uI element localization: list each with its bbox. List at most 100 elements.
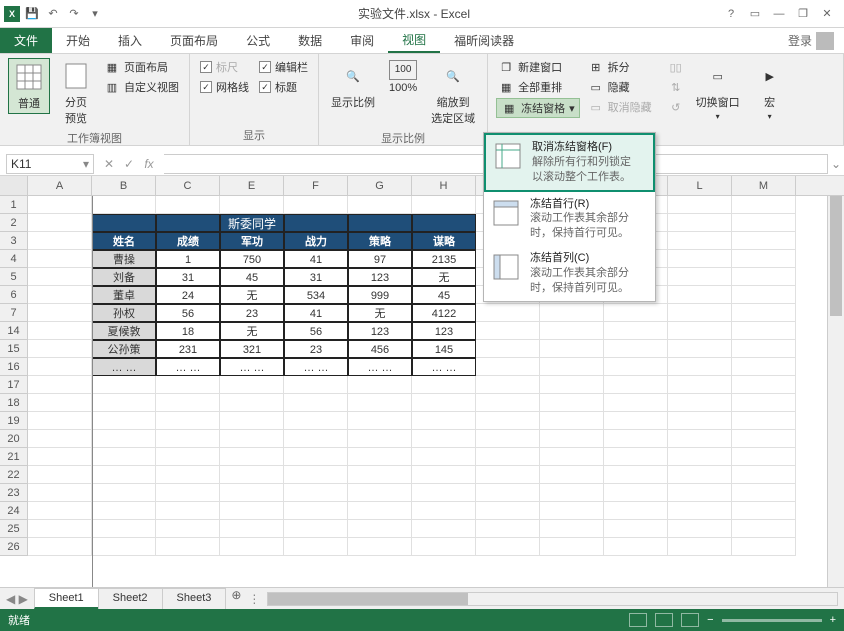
cell[interactable]: 姓名 — [92, 232, 156, 250]
cell[interactable] — [348, 376, 412, 394]
cell[interactable] — [28, 232, 92, 250]
cell[interactable] — [156, 214, 220, 232]
cell[interactable]: … … — [284, 358, 348, 376]
cell[interactable] — [92, 196, 156, 214]
cell[interactable] — [604, 340, 668, 358]
cell[interactable] — [476, 340, 540, 358]
col-header[interactable]: C — [156, 176, 220, 195]
cell[interactable] — [604, 520, 668, 538]
cell[interactable] — [156, 448, 220, 466]
cell[interactable] — [476, 322, 540, 340]
cell[interactable] — [732, 196, 796, 214]
cell[interactable] — [604, 394, 668, 412]
cell[interactable] — [284, 484, 348, 502]
row-header[interactable]: 5 — [0, 268, 28, 286]
unfreeze-panes-item[interactable]: 取消冻结窗格(F)解除所有行和列锁定 以滚动整个工作表。 — [484, 133, 655, 192]
row-header[interactable]: 24 — [0, 502, 28, 520]
cell[interactable] — [732, 412, 796, 430]
cell[interactable] — [732, 358, 796, 376]
ruler-checkbox[interactable]: ✓标尺 — [198, 58, 251, 76]
row-header[interactable]: 25 — [0, 520, 28, 538]
cell[interactable] — [348, 538, 412, 556]
cell[interactable] — [28, 250, 92, 268]
cell[interactable] — [92, 430, 156, 448]
cell[interactable] — [412, 430, 476, 448]
cell[interactable] — [668, 520, 732, 538]
tab-view[interactable]: 视图 — [388, 28, 440, 53]
page-break-view-icon[interactable] — [681, 613, 699, 627]
cell[interactable]: 无 — [220, 322, 284, 340]
cell[interactable]: 750 — [220, 250, 284, 268]
cell[interactable] — [28, 268, 92, 286]
cell[interactable]: 321 — [220, 340, 284, 358]
cell[interactable] — [156, 466, 220, 484]
cell[interactable] — [540, 466, 604, 484]
cell[interactable] — [732, 394, 796, 412]
cell[interactable] — [348, 214, 412, 232]
cell[interactable] — [668, 268, 732, 286]
cell[interactable] — [220, 466, 284, 484]
cell[interactable] — [220, 376, 284, 394]
cell[interactable] — [476, 394, 540, 412]
cell[interactable]: 456 — [348, 340, 412, 358]
cell[interactable] — [28, 412, 92, 430]
cell[interactable] — [156, 430, 220, 448]
cell[interactable] — [28, 538, 92, 556]
cell[interactable] — [284, 448, 348, 466]
cell[interactable] — [220, 502, 284, 520]
restore-icon[interactable]: ❐ — [792, 5, 814, 23]
cell[interactable]: … … — [412, 358, 476, 376]
cell[interactable] — [540, 502, 604, 520]
side-by-side-button[interactable]: ▯▯ — [666, 58, 686, 76]
switch-windows-button[interactable]: ▭切换窗口▾ — [692, 58, 744, 123]
cell[interactable] — [284, 520, 348, 538]
cell[interactable] — [28, 214, 92, 232]
cell[interactable]: 123 — [412, 322, 476, 340]
cell[interactable] — [348, 394, 412, 412]
cell[interactable] — [668, 286, 732, 304]
vertical-scrollbar[interactable] — [827, 196, 844, 587]
cell[interactable] — [604, 502, 668, 520]
cell[interactable] — [476, 448, 540, 466]
cell[interactable] — [668, 502, 732, 520]
tab-formulas[interactable]: 公式 — [232, 28, 284, 53]
row-header[interactable]: 16 — [0, 358, 28, 376]
cell[interactable] — [604, 538, 668, 556]
cell[interactable]: 41 — [284, 304, 348, 322]
cell[interactable]: 23 — [220, 304, 284, 322]
cell[interactable] — [220, 430, 284, 448]
cell[interactable]: 123 — [348, 322, 412, 340]
tab-review[interactable]: 审阅 — [336, 28, 388, 53]
arrange-all-button[interactable]: ▦全部重排 — [496, 78, 580, 96]
cell[interactable] — [476, 358, 540, 376]
worksheet-grid[interactable]: ABCEFGHIJKLM 12斯委同学会3姓名成绩军功战力策略谋略4曹操1750… — [0, 176, 844, 587]
zoom-in-icon[interactable]: + — [830, 614, 836, 626]
cell[interactable] — [732, 232, 796, 250]
freeze-top-row-item[interactable]: 冻结首行(R)滚动工作表其余部分 时，保持首行可见。 — [484, 192, 655, 247]
cell[interactable] — [604, 484, 668, 502]
cell[interactable] — [156, 196, 220, 214]
cell[interactable] — [668, 376, 732, 394]
undo-icon[interactable]: ↶ — [44, 5, 62, 23]
cell[interactable] — [284, 214, 348, 232]
zoom-slider[interactable] — [722, 619, 822, 622]
enter-icon[interactable]: ✓ — [120, 157, 138, 171]
cell[interactable] — [28, 196, 92, 214]
cell[interactable] — [284, 376, 348, 394]
cell[interactable] — [412, 538, 476, 556]
col-header[interactable]: H — [412, 176, 476, 195]
cell[interactable] — [220, 484, 284, 502]
row-header[interactable]: 22 — [0, 466, 28, 484]
cell[interactable] — [540, 358, 604, 376]
cell[interactable] — [348, 196, 412, 214]
cell[interactable] — [28, 358, 92, 376]
save-icon[interactable]: 💾 — [23, 5, 41, 23]
cell[interactable]: 45 — [412, 286, 476, 304]
cell[interactable] — [156, 394, 220, 412]
row-header[interactable]: 15 — [0, 340, 28, 358]
cell[interactable] — [412, 394, 476, 412]
cell[interactable]: 56 — [156, 304, 220, 322]
cell[interactable] — [540, 394, 604, 412]
cancel-icon[interactable]: ✕ — [100, 157, 118, 171]
cell[interactable] — [540, 376, 604, 394]
